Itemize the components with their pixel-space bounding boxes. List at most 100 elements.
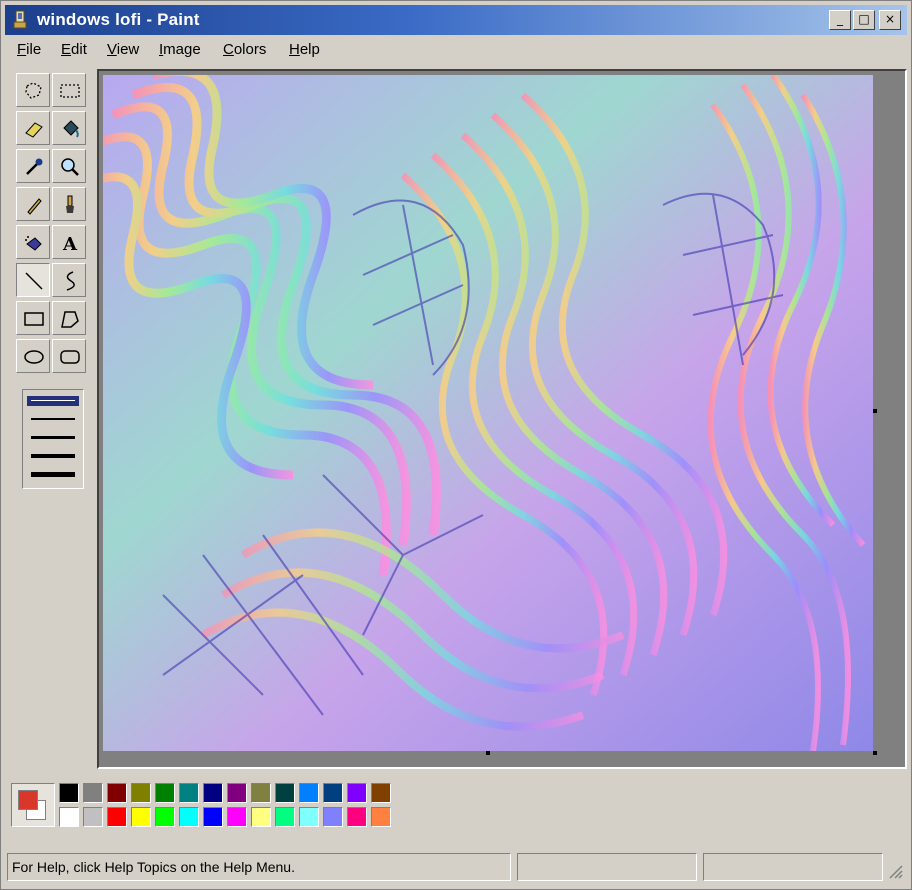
palette-swatch[interactable]	[203, 783, 223, 803]
palette-swatch[interactable]	[347, 783, 367, 803]
menu-colors-rest: olors	[233, 41, 267, 58]
status-size	[703, 853, 883, 881]
polygon-icon	[61, 311, 79, 328]
palette-swatch[interactable]	[371, 783, 391, 803]
palette-swatch[interactable]	[203, 807, 223, 827]
pencil-tool[interactable]	[16, 187, 50, 221]
airbrush-icon	[25, 236, 42, 251]
maximize-button[interactable]: □	[853, 10, 875, 30]
title-bar[interactable]: windows lofi - Paint _ □ ×	[5, 5, 907, 35]
canvas-scroll-area	[97, 69, 907, 769]
window-title: windows lofi - Paint	[37, 10, 200, 29]
pick-color-icon	[26, 158, 43, 175]
resize-handle-corner[interactable]	[873, 751, 877, 755]
menu-help[interactable]: Help	[289, 41, 320, 58]
pencil-icon	[27, 198, 42, 215]
canvas-image	[103, 75, 873, 751]
line-tool[interactable]	[16, 263, 50, 297]
palette-swatch[interactable]	[155, 807, 175, 827]
menu-colors-accel: C	[223, 41, 234, 58]
menu-bar: File Edit View Image Colors Help	[5, 37, 907, 63]
curve-tool[interactable]	[52, 263, 86, 297]
menu-edit-accel: E	[61, 41, 72, 58]
palette-swatch[interactable]	[107, 783, 127, 803]
brush-icon	[66, 195, 74, 213]
palette-swatch[interactable]	[107, 807, 127, 827]
palette-swatch[interactable]	[371, 807, 391, 827]
palette-swatch[interactable]	[83, 783, 103, 803]
ellipse-icon	[24, 350, 44, 364]
resize-grip-icon[interactable]	[887, 863, 903, 879]
menu-file[interactable]: File	[17, 41, 41, 58]
line-width-selected-highlight	[27, 396, 79, 406]
palette-swatch[interactable]	[155, 783, 175, 803]
palette-swatch[interactable]	[251, 807, 271, 827]
brush-tool[interactable]	[52, 187, 86, 221]
minimize-button[interactable]: _	[829, 10, 851, 30]
palette-swatch[interactable]	[347, 807, 367, 827]
palette-swatch[interactable]	[59, 783, 79, 803]
palette-swatch[interactable]	[299, 807, 319, 827]
menu-help-rest: elp	[299, 41, 320, 58]
palette-swatch[interactable]	[83, 807, 103, 827]
select-tool[interactable]	[52, 73, 86, 107]
palette-swatch[interactable]	[131, 807, 151, 827]
menu-view-accel: V	[107, 41, 117, 58]
polygon-tool[interactable]	[52, 301, 86, 335]
svg-text:A: A	[62, 234, 78, 254]
palette-swatch[interactable]	[227, 783, 247, 803]
menu-edit[interactable]: Edit	[61, 41, 87, 58]
color-palette	[5, 775, 907, 839]
drawing-canvas[interactable]	[103, 75, 873, 751]
rectangle-icon	[24, 312, 44, 326]
paint-window: windows lofi - Paint _ □ × File Edit Vie…	[0, 0, 912, 890]
rounded-rectangle-tool[interactable]	[52, 339, 86, 373]
palette-swatch[interactable]	[59, 807, 79, 827]
palette-swatch[interactable]	[323, 807, 343, 827]
palette-swatch[interactable]	[275, 807, 295, 827]
line-width-2[interactable]	[31, 418, 75, 420]
free-form-select-tool[interactable]	[16, 73, 50, 107]
current-colors[interactable]	[11, 783, 55, 827]
menu-file-rest: ile	[26, 41, 42, 58]
fill-tool[interactable]	[52, 111, 86, 145]
magnifier-tool[interactable]	[52, 149, 86, 183]
eraser-icon	[25, 122, 43, 138]
palette-swatch[interactable]	[131, 783, 151, 803]
palette-swatch[interactable]	[323, 783, 343, 803]
menu-view[interactable]: View	[107, 41, 139, 58]
eraser-tool[interactable]	[16, 111, 50, 145]
curve-icon	[66, 271, 75, 291]
palette-swatch[interactable]	[251, 783, 271, 803]
rectangle-tool[interactable]	[16, 301, 50, 335]
menu-colors[interactable]: Colors	[223, 41, 266, 58]
resize-handle-bottom[interactable]	[486, 751, 490, 755]
status-coordinates	[517, 853, 697, 881]
palette-swatch[interactable]	[275, 783, 295, 803]
menu-view-rest: iew	[116, 41, 140, 58]
resize-handle-right[interactable]	[873, 409, 877, 413]
foreground-color[interactable]	[18, 790, 38, 810]
menu-image[interactable]: Image	[159, 41, 201, 58]
line-icon	[25, 272, 43, 290]
fill-bucket-icon	[63, 120, 79, 138]
paint-app-icon	[13, 10, 27, 29]
line-width-4[interactable]	[31, 454, 75, 458]
palette-swatch[interactable]	[227, 807, 247, 827]
magnifier-icon	[61, 158, 79, 176]
line-width-1[interactable]	[31, 400, 75, 401]
pick-color-tool[interactable]	[16, 149, 50, 183]
menu-edit-rest: dit	[71, 41, 87, 58]
line-width-5[interactable]	[31, 472, 75, 477]
line-width-3[interactable]	[31, 436, 75, 439]
close-button[interactable]: ×	[879, 10, 901, 30]
ellipse-tool[interactable]	[16, 339, 50, 373]
status-help-text: For Help, click Help Topics on the Help …	[7, 853, 511, 881]
text-tool[interactable]: A	[52, 225, 86, 259]
palette-swatch[interactable]	[299, 783, 319, 803]
palette-swatch[interactable]	[179, 807, 199, 827]
status-bar: For Help, click Help Topics on the Help …	[5, 849, 907, 885]
airbrush-tool[interactable]	[16, 225, 50, 259]
palette-swatch[interactable]	[179, 783, 199, 803]
menu-file-accel: F	[17, 41, 27, 58]
